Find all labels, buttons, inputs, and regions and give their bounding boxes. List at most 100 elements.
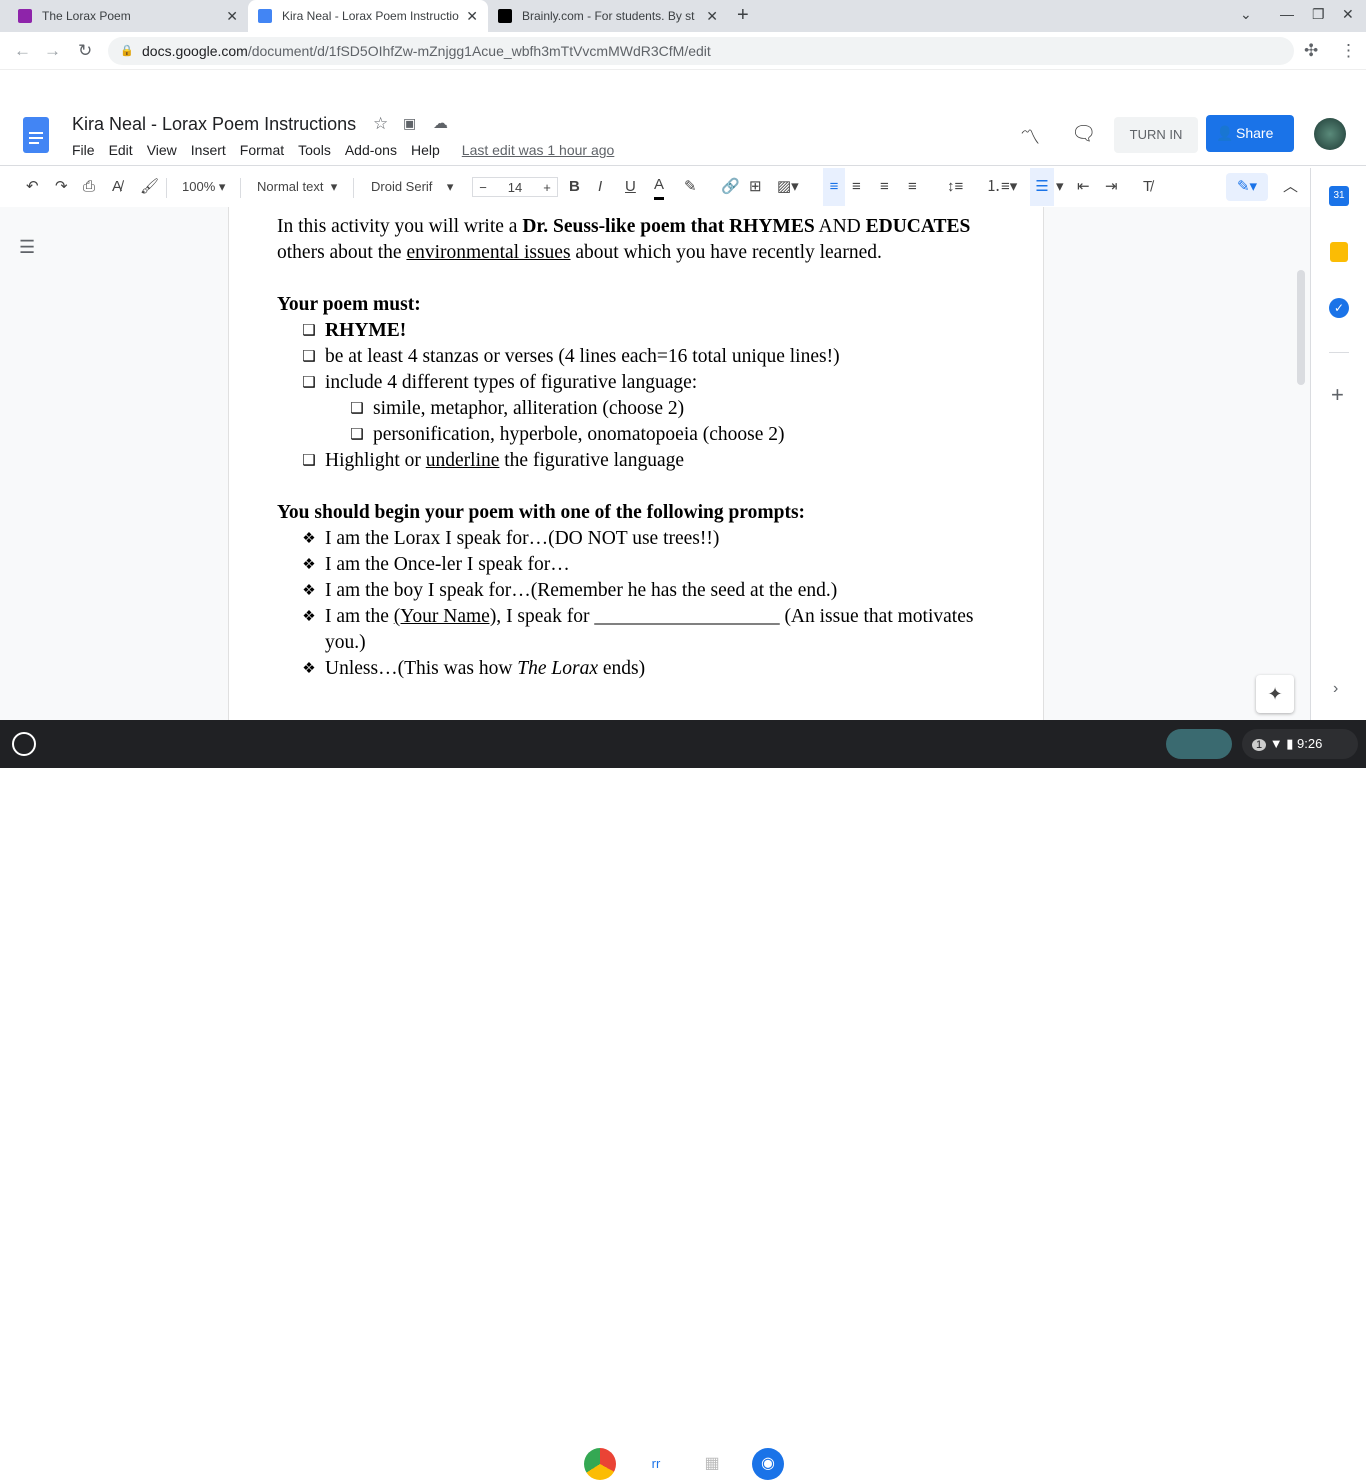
- menu-addons[interactable]: Add-ons: [345, 142, 397, 158]
- back-icon[interactable]: ←: [14, 41, 31, 61]
- close-icon[interactable]: ✕: [226, 8, 238, 25]
- spellcheck-icon[interactable]: A̸: [112, 168, 122, 206]
- bulleted-list-icon[interactable]: ☰: [1030, 168, 1054, 206]
- document-body[interactable]: In this activity you will write a Dr. Se…: [277, 214, 997, 682]
- tab-search-icon[interactable]: ⌄: [1240, 6, 1252, 23]
- side-panel: 31 ✓ + ›: [1310, 168, 1366, 720]
- undo-icon[interactable]: ↶: [26, 168, 39, 206]
- holding-space-icon[interactable]: [1166, 729, 1232, 759]
- list-item: ❑ simile, metaphor, alliteration (choose …: [277, 396, 997, 422]
- justify-icon[interactable]: ≡: [908, 168, 917, 206]
- chrome-icon[interactable]: [584, 1448, 616, 1480]
- avatar[interactable]: [1314, 118, 1346, 150]
- tab-bar: The Lorax Poem ✕ Kira Neal - Lorax Poem I…: [0, 0, 1366, 32]
- launcher-icon[interactable]: [12, 732, 36, 756]
- clear-formatting-icon[interactable]: T̸: [1143, 168, 1152, 206]
- move-folder-icon[interactable]: ▣: [403, 115, 416, 132]
- link-icon[interactable]: 🔗: [721, 168, 740, 206]
- calendar-icon[interactable]: 31: [1329, 186, 1349, 206]
- cloud-saved-icon[interactable]: ☁: [433, 114, 448, 132]
- tab-kira-neal[interactable]: Kira Neal - Lorax Poem Instructio ✕: [248, 0, 488, 32]
- close-window-button[interactable]: ✕: [1342, 6, 1354, 23]
- list-item: ❖ I am the Lorax I speak for…(DO NOT use …: [277, 526, 997, 552]
- diamond-bullet-icon: ❖: [302, 609, 316, 625]
- camera-icon[interactable]: ◉: [752, 1448, 784, 1480]
- document-page[interactable]: In this activity you will write a Dr. Se…: [228, 207, 1044, 720]
- bold-icon[interactable]: B: [569, 168, 580, 206]
- list-item: ❖ Unless…(This was how The Lorax ends): [277, 656, 997, 682]
- font-select[interactable]: Droid Serif ▾: [371, 168, 453, 206]
- collapse-menu-icon[interactable]: ︿: [1283, 168, 1298, 206]
- os-shelf: rr ▦ ◉ 1 ▼ ▮ 9:26: [0, 720, 1366, 1480]
- close-icon[interactable]: ✕: [706, 8, 718, 25]
- app-rr-icon[interactable]: rr: [640, 1448, 672, 1480]
- decrease-size-button: −: [479, 180, 487, 195]
- underline-icon[interactable]: U: [625, 168, 636, 206]
- reload-icon[interactable]: ↻: [78, 41, 92, 61]
- wifi-icon: ▼: [1269, 736, 1283, 751]
- document-title[interactable]: Kira Neal - Lorax Poem Instructions: [72, 114, 356, 135]
- add-addon-icon[interactable]: +: [1331, 382, 1344, 408]
- maximize-button[interactable]: ❐: [1312, 6, 1325, 23]
- share-button[interactable]: 👤 Share: [1206, 115, 1294, 152]
- close-icon[interactable]: ✕: [466, 8, 478, 25]
- menu-bar: File Edit View Insert Format Tools Add-o…: [72, 142, 614, 158]
- tab-lorax-poem[interactable]: The Lorax Poem ✕: [8, 0, 248, 32]
- checkbox-bullet-icon: ❑: [350, 401, 364, 417]
- align-center-icon[interactable]: ≡: [852, 168, 861, 206]
- tab-brainly[interactable]: Brainly.com - For students. By st ✕: [488, 0, 728, 32]
- print-icon[interactable]: ⎙: [83, 168, 95, 206]
- app-grid-icon[interactable]: ▦: [696, 1448, 728, 1480]
- style-select[interactable]: Normal text ▾: [257, 168, 337, 206]
- comments-icon[interactable]: 🗨: [1071, 121, 1096, 146]
- insert-image-icon[interactable]: ▨▾: [777, 168, 799, 206]
- checkbox-bullet-icon: ❑: [302, 349, 316, 365]
- expand-panel-icon[interactable]: ›: [1333, 680, 1338, 698]
- menu-file[interactable]: File: [72, 142, 95, 158]
- menu-tools[interactable]: Tools: [298, 142, 331, 158]
- url-input[interactable]: 🔒 docs.google.com/document/d/1fSD5OIhfZw-…: [108, 37, 1294, 65]
- keep-icon[interactable]: [1330, 242, 1348, 262]
- editing-mode-icon[interactable]: ✎▾: [1226, 173, 1268, 201]
- explore-button[interactable]: ✦: [1256, 675, 1294, 713]
- highlight-icon[interactable]: ✎: [684, 168, 697, 206]
- align-left-icon[interactable]: ≡: [823, 168, 845, 206]
- turn-in-button[interactable]: TURN IN: [1114, 117, 1198, 153]
- intro-paragraph: In this activity you will write a Dr. Se…: [277, 216, 971, 263]
- line-spacing-icon[interactable]: ↕≡: [947, 168, 963, 206]
- increase-indent-icon[interactable]: ⇥: [1105, 168, 1118, 206]
- scrollbar[interactable]: [1297, 270, 1305, 385]
- menu-format[interactable]: Format: [240, 142, 284, 158]
- add-comment-icon[interactable]: ⊞: [749, 168, 762, 206]
- italic-icon[interactable]: I: [598, 168, 602, 206]
- align-right-icon[interactable]: ≡: [880, 168, 889, 206]
- menu-insert[interactable]: Insert: [191, 142, 226, 158]
- zoom-select[interactable]: 100% ▾: [182, 168, 225, 206]
- numbered-list-icon[interactable]: ⒈≡▾: [986, 168, 1017, 206]
- bullet-options-icon[interactable]: ▾: [1056, 168, 1064, 206]
- text-color-icon[interactable]: A: [654, 170, 665, 200]
- list-item: ❑ be at least 4 stanzas or verses (4 line…: [277, 344, 997, 370]
- tasks-icon[interactable]: ✓: [1329, 298, 1349, 318]
- star-icon[interactable]: ☆: [373, 114, 388, 134]
- docs-header: Kira Neal - Lorax Poem Instructions ☆ ▣ …: [0, 103, 1366, 166]
- paint-format-icon[interactable]: 🖌: [140, 168, 159, 206]
- menu-view[interactable]: View: [147, 142, 177, 158]
- font-size-stepper[interactable]: −14 +: [472, 177, 558, 197]
- menu-icon[interactable]: ⋮: [1340, 41, 1357, 61]
- extensions-icon[interactable]: ✣: [1304, 41, 1318, 61]
- minimize-button[interactable]: —: [1280, 6, 1294, 22]
- menu-edit[interactable]: Edit: [109, 142, 133, 158]
- notification-count: 1: [1252, 739, 1267, 751]
- new-tab-button[interactable]: +: [737, 4, 749, 27]
- formatting-toolbar: ↶ ↷ ⎙ A̸ 🖌 100% ▾ Normal text ▾ Droid Se…: [0, 168, 1310, 206]
- status-tray[interactable]: 1 ▼ ▮ 9:26: [1242, 729, 1358, 759]
- forward-icon[interactable]: →: [44, 41, 61, 61]
- menu-help[interactable]: Help: [411, 142, 440, 158]
- activity-trend-icon[interactable]: 〽: [1020, 121, 1040, 150]
- docs-logo-icon[interactable]: [23, 117, 49, 153]
- redo-icon[interactable]: ↷: [55, 168, 68, 206]
- decrease-indent-icon[interactable]: ⇤: [1077, 168, 1090, 206]
- last-edit-link[interactable]: Last edit was 1 hour ago: [462, 142, 615, 158]
- outline-icon[interactable]: ☰: [19, 237, 35, 258]
